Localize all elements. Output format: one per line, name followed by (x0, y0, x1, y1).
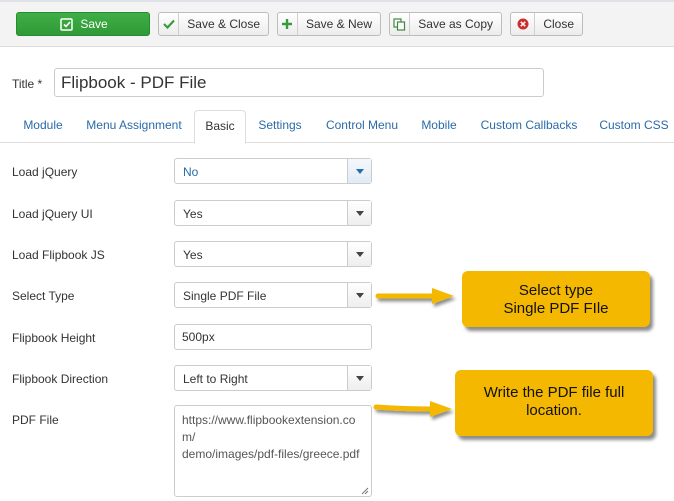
load-jquery-select[interactable]: No (174, 158, 372, 184)
select-type-label: Select Type (12, 289, 75, 303)
save-close-button-label: Save & Close (187, 17, 260, 31)
caret-down-icon (347, 159, 371, 183)
flipbook-direction-select[interactable]: Left to Right (174, 365, 372, 391)
caret-down-icon (347, 283, 371, 307)
tab-mobile[interactable]: Mobile (414, 110, 464, 143)
close-button[interactable]: Close (510, 12, 583, 36)
caret-down-icon (347, 366, 371, 390)
load-flipbook-js-value: Yes (183, 248, 203, 262)
copy-icon (390, 13, 411, 35)
caret-down-icon (347, 201, 371, 225)
arrow-right-icon (373, 401, 452, 417)
close-circle-icon (511, 13, 536, 35)
pdf-file-callout-line1: Write the PDF file full (483, 384, 625, 401)
load-flipbook-js-label: Load Flipbook JS (12, 248, 105, 262)
resize-grip-icon[interactable] (360, 486, 369, 495)
pdf-file-label: PDF File (12, 413, 59, 427)
save-close-button[interactable]: Save & Close (158, 12, 269, 36)
load-jquery-ui-label: Load jQuery UI (12, 207, 93, 221)
save-as-copy-button[interactable]: Save as Copy (389, 12, 502, 36)
toolbar-top-border (0, 0, 674, 2)
load-jquery-label: Load jQuery (12, 165, 78, 179)
select-type-select[interactable]: Single PDF File (174, 282, 372, 308)
tab-custom-css[interactable]: Custom CSS (594, 110, 674, 143)
check-icon (159, 13, 180, 35)
caret-down-icon (347, 242, 371, 266)
save-button[interactable]: Save (16, 12, 150, 36)
pdf-file-textarea[interactable] (174, 405, 372, 497)
tab-custom-callbacks[interactable]: Custom Callbacks (474, 110, 584, 143)
flipbook-height-label: Flipbook Height (12, 331, 96, 345)
save-new-button[interactable]: Save & New (277, 12, 381, 36)
close-button-label: Close (543, 17, 574, 31)
tab-menu-assignment[interactable]: Menu Assignment (80, 110, 188, 143)
flipbook-height-input[interactable] (174, 324, 372, 350)
toolbar: Save Save & Close Save & New Save as Cop… (0, 0, 674, 47)
pdf-file-callout: Write the PDF file full location. (455, 370, 653, 436)
select-type-callout-line2: Single PDF FIle (503, 300, 609, 317)
tab-control-menu[interactable]: Control Menu (320, 110, 404, 143)
load-jquery-ui-select[interactable]: Yes (174, 200, 372, 226)
tab-settings[interactable]: Settings (252, 110, 308, 143)
flipbook-direction-label: Flipbook Direction (12, 372, 109, 386)
tab-module[interactable]: Module (14, 110, 72, 143)
save-icon (58, 13, 74, 35)
load-jquery-value: No (183, 165, 199, 179)
plus-icon (278, 13, 298, 35)
select-type-callout: Select type Single PDF FIle (462, 271, 650, 327)
tab-basic[interactable]: Basic (194, 110, 246, 144)
save-new-button-label: Save & New (305, 17, 372, 31)
arrow-right-icon (375, 288, 454, 304)
load-jquery-ui-value: Yes (183, 207, 203, 221)
load-flipbook-js-select[interactable]: Yes (174, 241, 372, 267)
title-label: Title * (12, 77, 43, 91)
tab-bar: Module Menu Assignment Basic Settings Co… (0, 110, 674, 144)
save-as-copy-button-label: Save as Copy (418, 17, 493, 31)
select-type-value: Single PDF File (183, 289, 267, 303)
select-type-callout-line1: Select type (518, 282, 594, 299)
title-input[interactable] (54, 68, 544, 97)
flipbook-direction-value: Left to Right (183, 372, 248, 386)
pdf-file-callout-line2: location. (526, 402, 582, 419)
save-button-label: Save (80, 17, 108, 31)
